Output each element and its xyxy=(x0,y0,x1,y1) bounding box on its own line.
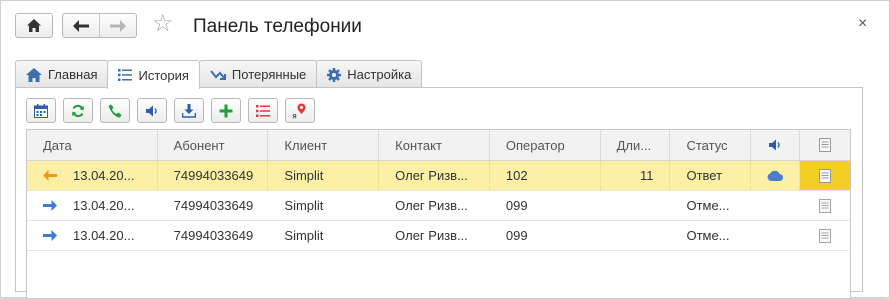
tab-history[interactable]: История xyxy=(107,60,200,89)
duration-cell xyxy=(601,191,671,220)
duration-cell xyxy=(601,221,671,250)
tab-settings[interactable]: Настройка xyxy=(316,60,423,88)
date-cell: 13.04.20... xyxy=(27,161,158,190)
refresh-button[interactable] xyxy=(63,98,93,123)
map-button[interactable]: я xyxy=(285,98,315,123)
window-title: Панель телефонии xyxy=(193,16,362,37)
header-date[interactable]: Дата xyxy=(27,130,158,160)
telephony-panel-window: ☆ Панель телефонии × Главная История Пот… xyxy=(0,0,890,299)
cloud-icon xyxy=(767,170,784,181)
calendar-button[interactable] xyxy=(26,98,56,123)
home-icon xyxy=(27,19,41,32)
yandex-map-icon: я xyxy=(292,103,306,119)
header-record[interactable] xyxy=(751,130,801,160)
document-icon xyxy=(819,198,832,213)
call-button[interactable] xyxy=(100,98,130,123)
client-cell: Simplit xyxy=(268,161,380,190)
date-text: 13.04.20... xyxy=(73,198,135,213)
operator-cell: 099 xyxy=(505,198,528,213)
date-cell: 13.04.20... xyxy=(27,221,158,250)
speaker-icon xyxy=(146,105,157,116)
header-comment[interactable] xyxy=(800,130,850,160)
date-text: 13.04.20... xyxy=(73,228,135,243)
speaker-icon xyxy=(769,139,780,151)
comment-cell[interactable] xyxy=(800,221,850,250)
missed-call-icon xyxy=(210,69,226,80)
header-duration[interactable]: Дли... xyxy=(601,130,671,160)
tab-label: Главная xyxy=(48,67,98,82)
list-icon xyxy=(118,69,133,81)
document-icon xyxy=(819,138,832,152)
tab-bar: Главная История Потерянные Настройка xyxy=(15,60,423,89)
add-button[interactable] xyxy=(211,98,241,123)
arrow-left-icon xyxy=(73,19,89,32)
duration-cell: 11 xyxy=(601,161,671,190)
download-icon xyxy=(182,103,196,118)
history-toolbar: я xyxy=(26,98,315,123)
contact-cell: Олег Ризв... xyxy=(379,161,490,190)
table-header: Дата Абонент Клиент Контакт Оператор Дли… xyxy=(27,130,850,161)
gear-icon xyxy=(327,67,342,82)
favorite-star-icon[interactable]: ☆ xyxy=(152,12,174,36)
header-contact[interactable]: Контакт xyxy=(379,130,490,160)
client-cell: Simplit xyxy=(284,198,324,213)
subscriber-cell: 74994033649 xyxy=(173,198,254,213)
outgoing-call-arrow-icon xyxy=(43,200,57,211)
tab-label: Потерянные xyxy=(231,67,307,82)
subscriber-cell: 74994033649 xyxy=(158,161,269,190)
tab-missed[interactable]: Потерянные xyxy=(198,60,318,88)
date-cell: 13.04.20... xyxy=(27,191,158,220)
contact-cell: Олег Ризв... xyxy=(395,228,468,243)
phone-icon xyxy=(108,104,122,117)
sound-button[interactable] xyxy=(137,98,167,123)
record-cell xyxy=(751,221,800,250)
refresh-icon xyxy=(72,104,84,117)
forward-button[interactable] xyxy=(100,14,136,37)
download-button[interactable] xyxy=(174,98,204,123)
document-icon xyxy=(819,168,832,183)
tab-label: История xyxy=(138,67,189,83)
comment-cell[interactable] xyxy=(800,161,850,190)
record-cell xyxy=(751,191,800,220)
operator-cell: 099 xyxy=(505,228,528,243)
home-button[interactable] xyxy=(15,13,53,38)
close-icon[interactable]: × xyxy=(858,15,867,33)
status-cell: Отме... xyxy=(686,228,730,243)
comment-cell[interactable] xyxy=(800,191,850,220)
calendar-icon xyxy=(34,103,48,118)
subscriber-cell: 74994033649 xyxy=(173,228,254,243)
header-operator[interactable]: Оператор xyxy=(490,130,601,160)
tab-label: Настройка xyxy=(347,67,412,82)
contact-cell: Олег Ризв... xyxy=(395,198,468,213)
list-button[interactable] xyxy=(248,98,278,123)
incoming-call-arrow-icon xyxy=(43,170,57,181)
operator-cell: 102 xyxy=(490,161,601,190)
status-cell: Ответ xyxy=(670,161,752,190)
home-icon xyxy=(26,67,42,82)
call-history-table: Дата Абонент Клиент Контакт Оператор Дли… xyxy=(26,129,851,299)
header-client[interactable]: Клиент xyxy=(268,130,380,160)
add-icon xyxy=(219,104,233,117)
header-status[interactable]: Статус xyxy=(670,130,752,160)
client-cell: Simplit xyxy=(284,228,324,243)
document-icon xyxy=(819,228,832,243)
table-row[interactable]: 13.04.20... 74994033649 Simplit Олег Риз… xyxy=(27,221,850,251)
arrow-right-icon xyxy=(109,19,126,32)
table-row[interactable]: 13.04.20... 74994033649 Simplit Олег Риз… xyxy=(27,191,850,221)
status-cell: Отме... xyxy=(686,198,730,213)
outgoing-call-arrow-icon xyxy=(43,230,57,241)
back-button[interactable] xyxy=(63,14,99,37)
record-cell[interactable] xyxy=(751,161,801,190)
list-icon xyxy=(256,104,270,117)
header-subscriber[interactable]: Абонент xyxy=(158,130,269,160)
tab-main[interactable]: Главная xyxy=(15,60,109,88)
table-row[interactable]: 13.04.20... 74994033649 Simplit Олег Риз… xyxy=(27,161,850,191)
svg-text:я: я xyxy=(292,111,297,119)
navigation-buttons xyxy=(62,13,137,38)
date-text: 13.04.20... xyxy=(73,168,135,183)
